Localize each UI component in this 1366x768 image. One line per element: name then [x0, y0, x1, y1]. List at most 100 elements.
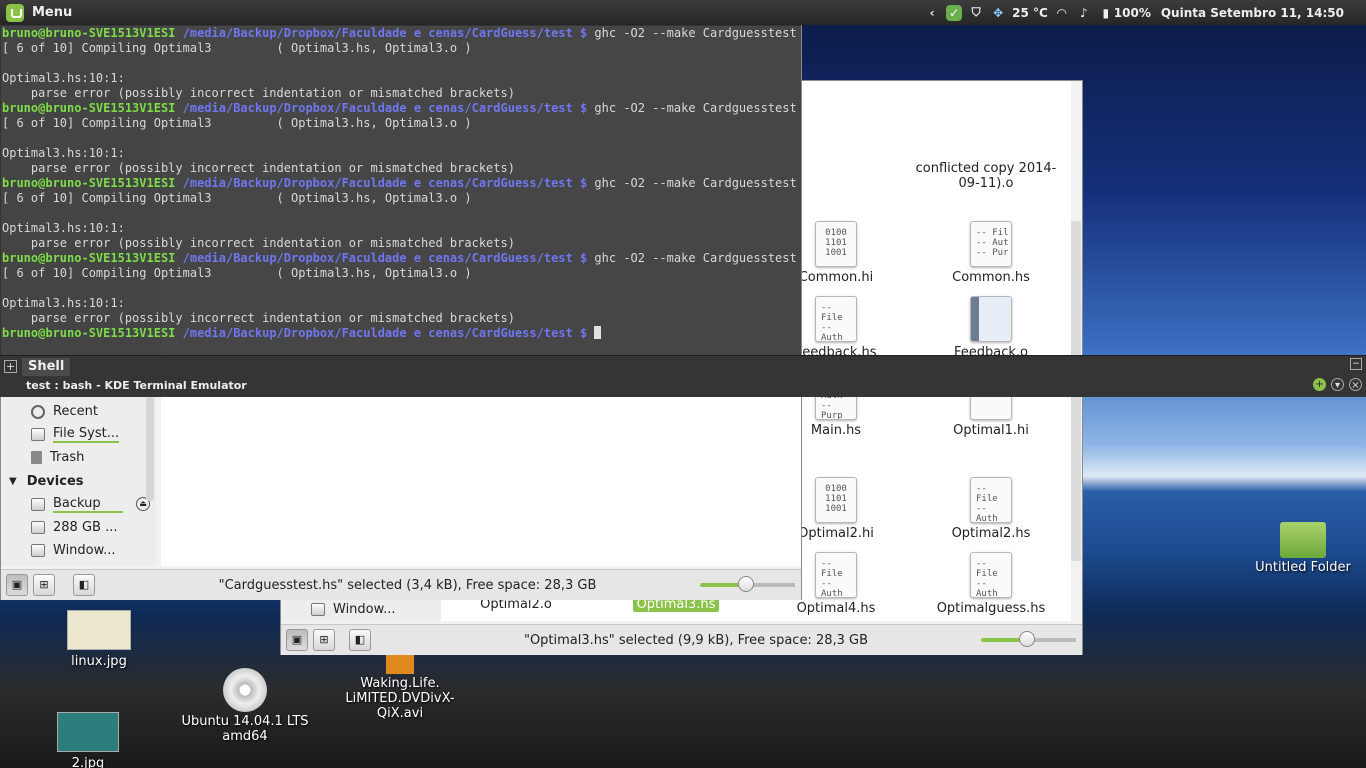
prompt-line: bruno@bruno-SVE1513V1ESI /media/Backup/D…	[2, 26, 799, 41]
sidebar-item-backup[interactable]: Backup ⏏	[1, 493, 150, 516]
battery-icon[interactable]: ▮	[1098, 5, 1114, 21]
status-text: "Optimal3.hs" selected (9,9 kB), Free sp…	[523, 632, 869, 648]
prompt-line: bruno@bruno-SVE1513V1ESI /media/Backup/D…	[2, 251, 799, 266]
output-line: parse error (possibly incorrect indentat…	[2, 161, 799, 176]
window-title: test : bash - KDE Terminal Emulator	[26, 379, 247, 392]
menu-dropdown-icon[interactable]: ▾	[1331, 378, 1344, 391]
output-line: Optimal3.hs:10:1:	[2, 296, 799, 311]
prompt-line: bruno@bruno-SVE1513V1ESI /media/Backup/D…	[2, 101, 799, 116]
command-text: ghc -O2 --make Cardguesstest	[587, 26, 797, 40]
status-bar: ▣ ⊞ ◧ "Optimal3.hs" selected (9,9 kB), F…	[281, 624, 1082, 655]
sidebar-item-windows[interactable]: Window...	[1, 539, 146, 562]
file-optimalguess-hs[interactable]: -- File-- Auth-- Purp Optimalguess.hs	[926, 552, 1056, 616]
folder-icon	[1280, 522, 1326, 558]
error-location: Optimal3.hs:10:1:	[2, 71, 125, 85]
binary-file-icon: 0100 1101 1001	[815, 477, 857, 523]
image-thumbnail-icon	[67, 610, 131, 650]
add-session-icon[interactable]: +	[1313, 378, 1326, 391]
konsole-terminal: bruno@bruno-SVE1513V1ESI /media/Backup/D…	[0, 25, 1366, 397]
cursor	[594, 326, 602, 339]
tree-toggle-button[interactable]: ⊞	[313, 629, 335, 651]
trash-icon	[31, 451, 42, 464]
volume-icon[interactable]: ♪	[1076, 5, 1092, 21]
error-location: Optimal3.hs:10:1:	[2, 296, 125, 310]
output-line: parse error (possibly incorrect indentat…	[2, 86, 799, 101]
error-location: Optimal3.hs:10:1:	[2, 221, 125, 235]
prompt-user: bruno@bruno-SVE1513V1ESI	[2, 176, 176, 190]
temperature[interactable]: 25 °C	[1012, 6, 1048, 20]
shield-icon[interactable]: ⛉	[968, 5, 984, 21]
output-line: Optimal3.hs:10:1:	[2, 221, 799, 236]
top-panel: Menu ‹ ✓ ⛉ ✥ 25 °C ◠ ♪ ▮ 100% Quinta Set…	[0, 0, 1366, 25]
sidebar-item-windows[interactable]: Window...	[281, 598, 395, 621]
drive-icon	[311, 603, 325, 616]
desktop-icon-ubuntu-iso[interactable]: Ubuntu 14.04.1 LTS amd64	[175, 668, 315, 744]
tree-toggle-button[interactable]: ⊞	[33, 574, 55, 596]
slider-knob[interactable]	[737, 576, 754, 592]
sidebar-item-filesystem[interactable]: File Syst...	[1, 423, 146, 446]
hide-sidebar-button[interactable]: ◧	[73, 574, 95, 596]
status-bar: ▣ ⊞ ◧ "Cardguesstest.hs" selected (3,4 k…	[1, 569, 801, 600]
update-manager-icon[interactable]: ✓	[946, 4, 963, 21]
desktop-icon-2-jpg[interactable]: 2.jpg	[18, 712, 158, 768]
prompt-user: bruno@bruno-SVE1513V1ESI	[2, 251, 176, 265]
prompt-user: bruno@bruno-SVE1513V1ESI	[2, 26, 176, 40]
zoom-slider[interactable]	[700, 576, 795, 592]
prompt-path: /media/Backup/Dropbox/Faculdade e cenas/…	[182, 176, 588, 190]
dropbox-icon[interactable]: ✥	[990, 5, 1006, 21]
desktop-icon-waking-life[interactable]: Waking.Life. LiMITED.DVDivX-QiX.avi	[330, 652, 470, 721]
file-optimal2-hs[interactable]: -- File-- Auth-- Purp Optimal2.hs	[926, 477, 1056, 541]
drive-icon	[31, 544, 45, 557]
close-icon[interactable]: ×	[1349, 378, 1362, 391]
hide-sidebar-button[interactable]: ◧	[349, 629, 371, 651]
places-toggle-button[interactable]: ▣	[6, 574, 28, 596]
output-line: parse error (possibly incorrect indentat…	[2, 236, 799, 251]
prompt-user: bruno@bruno-SVE1513V1ESI	[2, 326, 176, 340]
video-file-icon	[386, 652, 414, 674]
places-toggle-button[interactable]: ▣	[286, 629, 308, 651]
menu-button[interactable]: Menu	[0, 0, 82, 25]
output-line: [ 6 of 10] Compiling Optimal3 ( Optimal3…	[2, 116, 799, 131]
haskell-file-icon: -- File-- Auth-- Purp	[970, 552, 1012, 598]
desktop-icon-linux-jpg[interactable]: linux.jpg	[29, 610, 169, 669]
system-tray: ‹ ✓ ⛉ ✥ 25 °C ◠ ♪ ▮ 100% Quinta Setembro…	[924, 0, 1366, 25]
chevron-left-icon[interactable]: ‹	[924, 5, 940, 21]
output-line: [ 6 of 10] Compiling Optimal3 ( Optimal3…	[2, 41, 799, 56]
prompt-path: /media/Backup/Dropbox/Faculdade e cenas/…	[182, 251, 588, 265]
command-text: ghc -O2 --make Cardguesstest	[587, 101, 797, 115]
prompt-line: bruno@bruno-SVE1513V1ESI /media/Backup/D…	[2, 326, 799, 341]
haskell-file-icon: -- File-- Auth-- Purp	[815, 552, 857, 598]
new-tab-button[interactable]: +	[4, 360, 17, 373]
wifi-icon[interactable]: ◠	[1054, 5, 1070, 21]
scroll-corner-icon[interactable]: −	[1350, 358, 1362, 370]
prompt-path: /media/Backup/Dropbox/Faculdade e cenas/…	[182, 26, 588, 40]
clock[interactable]: Quinta Setembro 11, 14:50	[1161, 6, 1344, 20]
compile-message: [ 6 of 10] Compiling Optimal3 ( Optimal3…	[2, 41, 472, 55]
tab-shell[interactable]: Shell	[22, 358, 71, 376]
prompt-path: /media/Backup/Dropbox/Faculdade e cenas/…	[182, 101, 588, 115]
recent-icon	[31, 404, 45, 419]
zoom-slider[interactable]	[981, 631, 1076, 647]
slider-knob[interactable]	[1018, 631, 1035, 647]
sidebar-item-288gb[interactable]: 288 GB ...	[1, 516, 146, 539]
chevron-down-icon: ▼	[9, 475, 17, 487]
sidebar-item-recent[interactable]: Recent	[1, 400, 146, 423]
drive-icon	[31, 521, 45, 534]
prompt-line: bruno@bruno-SVE1513V1ESI /media/Backup/D…	[2, 176, 799, 191]
sidebar-item-trash[interactable]: Trash	[1, 446, 146, 469]
output-line: [ 6 of 10] Compiling Optimal3 ( Optimal3…	[2, 266, 799, 281]
error-message: parse error (possibly incorrect indentat…	[2, 86, 515, 100]
output-line: Optimal3.hs:10:1:	[2, 71, 799, 86]
desktop-icon-untitled-folder[interactable]: Untitled Folder	[1233, 522, 1366, 575]
drive-icon	[31, 498, 45, 511]
battery-level[interactable]: 100%	[1114, 6, 1151, 20]
prompt-user: bruno@bruno-SVE1513V1ESI	[2, 101, 176, 115]
error-location: Optimal3.hs:10:1:	[2, 146, 125, 160]
terminal-output[interactable]: bruno@bruno-SVE1513V1ESI /media/Backup/D…	[0, 25, 801, 355]
sidebar-scrollbar[interactable]	[146, 396, 154, 501]
sidebar-section-devices[interactable]: ▼ Devices	[1, 469, 146, 493]
